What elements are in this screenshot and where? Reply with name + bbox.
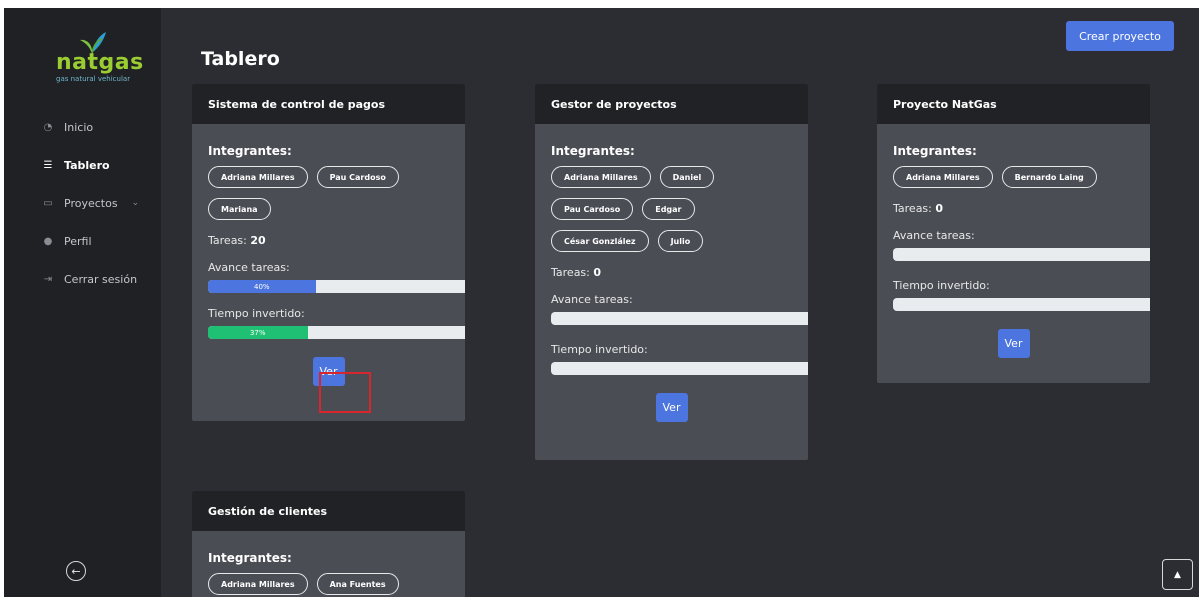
collapse-sidebar-button[interactable]: ← (66, 561, 86, 581)
time-spent-label: Tiempo invertido: (208, 307, 305, 320)
scroll-to-top-button[interactable]: ▲ (1162, 559, 1193, 590)
time-spent-bar: 37% (208, 326, 465, 339)
user-icon: ● (43, 235, 53, 247)
time-spent-label: Tiempo invertido: (893, 279, 990, 292)
task-progress-bar (893, 248, 1150, 261)
sidebar-item-label: Perfil (64, 234, 92, 248)
task-progress-bar (551, 312, 808, 325)
list-icon: ☰ (43, 159, 53, 171)
sidebar-item-tablero[interactable]: ☰ Tablero (4, 146, 161, 184)
view-project-button[interactable]: Ver (655, 393, 688, 422)
task-progress-value: 40% (254, 282, 270, 291)
member-chip: César Gonzlález (551, 230, 649, 252)
member-chip: Daniel (659, 166, 715, 188)
member-chip: Pau Cardoso (551, 198, 634, 220)
sidebar-item-label: Cerrar sesión (64, 272, 138, 286)
members-list: Adriana Millares Bernardo Laing (893, 166, 1143, 188)
tasks-value: 0 (593, 266, 602, 279)
page-title: Tablero (201, 48, 280, 70)
member-chip: Edgar (642, 198, 695, 220)
time-spent-value: 37% (249, 328, 266, 337)
task-progress-label: Avance tareas: (551, 293, 633, 306)
create-project-button[interactable]: Crear proyecto (1066, 21, 1174, 51)
tasks-count: Tareas: 0 (551, 266, 792, 279)
members-label: Integrantes: (208, 551, 292, 565)
project-card-control-pagos: Sistema de control de pagos Integrantes:… (192, 84, 465, 421)
brand-logo[interactable]: natgas gas natural vehicular (56, 30, 146, 83)
task-progress-bar: 40% (208, 280, 465, 293)
members-label: Integrantes: (893, 144, 977, 158)
member-chip: Ana Fuentes (316, 573, 399, 595)
card-body: Integrantes: Adriana Millares Bernardo L… (877, 124, 1150, 358)
member-chip: Bernardo Laing (1001, 166, 1097, 188)
highlight-box (319, 372, 371, 413)
members-label: Integrantes: (551, 144, 635, 158)
dashboard-icon: ◔ (43, 121, 53, 133)
task-progress-label: Avance tareas: (208, 261, 290, 274)
tasks-label: Tareas: (551, 266, 590, 279)
sidebar-item-proyectos[interactable]: ▭ Proyectos ⌄ (4, 184, 161, 222)
sidebar-item-label: Inicio (64, 120, 94, 134)
card-body: Integrantes: Adriana Millares Ana Fuente… (192, 531, 465, 595)
project-card-gestor-proyectos: Gestor de proyectos Integrantes: Adriana… (535, 84, 808, 460)
brand-name: natgas (56, 50, 144, 75)
tasks-count: Tareas: 20 (208, 234, 449, 247)
sidebar: natgas gas natural vehicular ◔ Inicio ☰ … (4, 8, 161, 597)
card-title: Gestión de clientes (192, 491, 465, 531)
logout-icon: ⇥ (43, 273, 53, 285)
time-spent-fill: 37% (208, 326, 308, 339)
tasks-count: Tareas: 0 (893, 202, 1134, 215)
member-chip: Adriana Millares (208, 166, 308, 188)
members-list: Adriana Millares Pau Cardoso Mariana (208, 166, 458, 220)
members-list: Adriana Millares Daniel Pau Cardoso Edga… (551, 166, 801, 252)
tasks-value: 20 (250, 234, 266, 247)
project-card-natgas: Proyecto NatGas Integrantes: Adriana Mil… (877, 84, 1150, 383)
time-spent-label: Tiempo invertido: (551, 343, 648, 356)
sidebar-item-inicio[interactable]: ◔ Inicio (4, 108, 161, 146)
chevron-down-icon: ⌄ (131, 198, 140, 208)
folder-icon: ▭ (43, 197, 53, 209)
sidebar-nav: ◔ Inicio ☰ Tablero ▭ Proyectos ⌄ ● Perfi… (4, 108, 161, 298)
member-chip: Mariana (208, 198, 271, 220)
time-spent-bar (893, 298, 1150, 311)
member-chip: Adriana Millares (893, 166, 993, 188)
member-chip: Pau Cardoso (316, 166, 399, 188)
time-spent-bar (551, 362, 808, 375)
brand-tagline: gas natural vehicular (56, 75, 131, 83)
tasks-label: Tareas: (208, 234, 247, 247)
view-project-button[interactable]: Ver (997, 329, 1030, 358)
card-title: Proyecto NatGas (877, 84, 1150, 124)
card-body: Integrantes: Adriana Millares Pau Cardos… (192, 124, 465, 386)
tasks-value: 0 (935, 202, 944, 215)
member-chip: Adriana Millares (208, 573, 308, 595)
task-progress-fill: 40% (208, 280, 316, 293)
task-progress-label: Avance tareas: (893, 229, 975, 242)
app-window: natgas gas natural vehicular ◔ Inicio ☰ … (4, 8, 1199, 597)
view-button-wrap: Ver (893, 329, 1134, 358)
arrow-left-circle-icon: ← (71, 564, 81, 578)
sidebar-item-perfil[interactable]: ● Perfil (4, 222, 161, 260)
view-button-wrap: Ver (551, 393, 792, 422)
card-body: Integrantes: Adriana Millares Daniel Pau… (535, 124, 808, 422)
card-title: Gestor de proyectos (535, 84, 808, 124)
sidebar-item-cerrar-sesion[interactable]: ⇥ Cerrar sesión (4, 260, 161, 298)
chevron-up-icon: ▲ (1174, 569, 1181, 580)
project-card-gestion-clientes: Gestión de clientes Integrantes: Adriana… (192, 491, 465, 597)
members-label: Integrantes: (208, 144, 292, 158)
sidebar-item-label: Tablero (64, 158, 110, 172)
members-list: Adriana Millares Ana Fuentes (208, 573, 458, 595)
member-chip: Julio (657, 230, 704, 252)
tasks-label: Tareas: (893, 202, 932, 215)
member-chip: Adriana Millares (551, 166, 651, 188)
sidebar-item-label: Proyectos (64, 196, 118, 210)
card-title: Sistema de control de pagos (192, 84, 465, 124)
